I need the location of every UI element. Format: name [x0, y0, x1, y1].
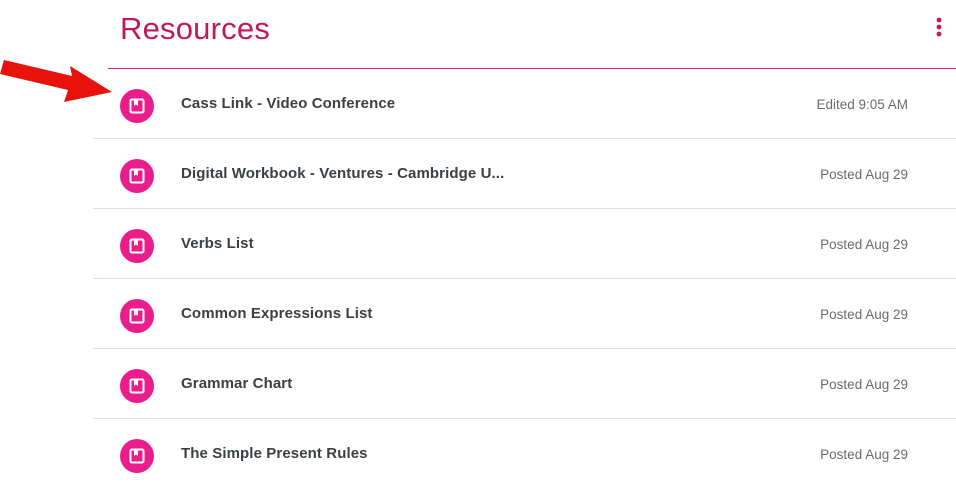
resource-item[interactable]: Grammar Chart Posted Aug 29 — [93, 349, 956, 419]
resource-title: Digital Workbook - Ventures - Cambridge … — [181, 165, 505, 182]
resource-title: Verbs List — [181, 235, 254, 252]
resource-timestamp: Posted Aug 29 — [820, 377, 908, 392]
more-vert-icon — [936, 17, 942, 37]
material-book-icon — [120, 299, 154, 333]
resource-title: Common Expressions List — [181, 305, 373, 322]
page-title: Resources — [120, 11, 270, 46]
resource-timestamp: Posted Aug 29 — [820, 447, 908, 462]
resource-title: Cass Link - Video Conference — [181, 95, 396, 112]
material-book-icon — [120, 369, 154, 403]
resource-item[interactable]: Verbs List Posted Aug 29 — [93, 209, 956, 279]
resource-title: The Simple Present Rules — [181, 445, 368, 462]
resource-item[interactable]: The Simple Present Rules Posted Aug 29 — [93, 419, 956, 489]
resource-list: Cass Link - Video Conference Edited 9:05… — [93, 69, 956, 489]
resource-timestamp: Posted Aug 29 — [820, 237, 908, 252]
material-book-icon — [120, 229, 154, 263]
resource-timestamp: Edited 9:05 AM — [816, 97, 908, 112]
resources-header: Resources — [120, 0, 956, 68]
resource-timestamp: Posted Aug 29 — [820, 307, 908, 322]
material-book-icon — [120, 159, 154, 193]
more-options-button[interactable] — [924, 12, 954, 42]
material-book-icon — [120, 89, 154, 123]
resource-item[interactable]: Common Expressions List Posted Aug 29 — [93, 279, 956, 349]
resource-item[interactable]: Cass Link - Video Conference Edited 9:05… — [93, 69, 956, 139]
resource-timestamp: Posted Aug 29 — [820, 167, 908, 182]
resource-title: Grammar Chart — [181, 375, 293, 392]
resource-item[interactable]: Digital Workbook - Ventures - Cambridge … — [93, 139, 956, 209]
